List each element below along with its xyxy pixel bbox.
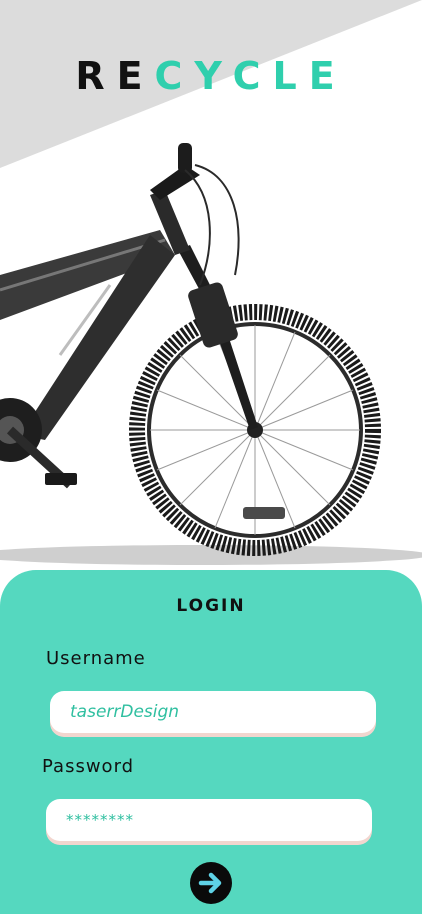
password-label: Password [42,756,135,777]
login-card: LOGIN Username Password [0,570,422,914]
bicycle-image [0,143,422,565]
brand-title-part2: CYCLE [154,54,347,98]
login-title: LOGIN [176,596,246,616]
username-input[interactable] [50,691,376,733]
username-label: Username [46,648,146,669]
username-field-wrapper [50,691,376,733]
arrow-right-icon [198,872,222,894]
password-input[interactable] [46,799,372,841]
login-submit-button[interactable] [190,862,232,904]
brand-title-part1: RE [75,54,155,98]
brand-title: RECYCLE [0,54,422,98]
app-screen: RECYCLE LOGIN Username taserrDesign Pass… [0,0,422,914]
password-field-wrapper [46,799,372,841]
